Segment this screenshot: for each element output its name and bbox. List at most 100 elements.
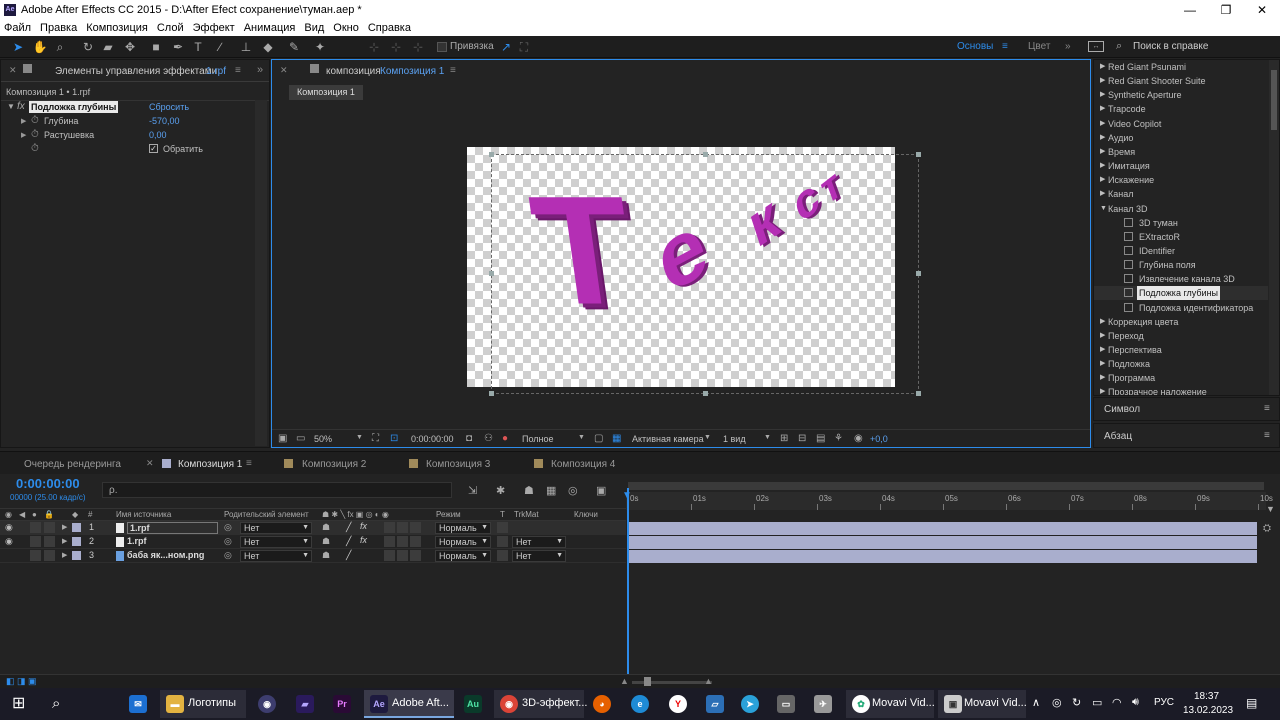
effect-category[interactable]: ▶ Коррекция цвета xyxy=(1094,315,1268,329)
effect-category[interactable]: ▶ Red Giant Shooter Suite xyxy=(1094,74,1268,88)
fit-icon[interactable]: ⛶ xyxy=(372,433,379,444)
language-indicator[interactable]: РУС xyxy=(1154,697,1174,708)
trkmat-header[interactable]: TrkMat xyxy=(514,510,539,519)
search-icon[interactable]: ⌕ xyxy=(52,695,60,713)
fx-switch-icon[interactable]: fx xyxy=(360,535,367,545)
transform-handle[interactable] xyxy=(703,391,708,396)
panel-menu-icon[interactable]: ≡ xyxy=(1264,430,1270,441)
clone-tool-icon[interactable]: ⊥ xyxy=(238,39,254,55)
lock-toggle[interactable] xyxy=(44,522,55,533)
chevron-right-icon[interactable]: ▶ xyxy=(1100,371,1105,385)
menu-file[interactable]: Файл xyxy=(4,22,31,34)
panel-overflow-icon[interactable]: » xyxy=(257,64,263,76)
notifications-icon[interactable]: ▤ xyxy=(1246,696,1257,710)
paragraph-panel-header[interactable]: Абзац ≡ xyxy=(1093,423,1280,448)
blend-mode-select[interactable]: Нормаль xyxy=(435,550,491,562)
pickwhip-icon[interactable]: ◎ xyxy=(224,522,232,533)
work-area-bar[interactable] xyxy=(628,482,1264,490)
effect-category[interactable]: ▶ Программа xyxy=(1094,371,1268,385)
trkmat-select[interactable]: Нет xyxy=(512,550,566,562)
close-icon[interactable]: ✕ xyxy=(1244,0,1280,20)
shy-switch-icon[interactable]: ☗ xyxy=(322,536,330,547)
motion-blur-switch[interactable] xyxy=(384,536,395,547)
comp-button-icon[interactable]: ⛭ xyxy=(1263,523,1271,534)
shy-layers-icon[interactable]: ☗ xyxy=(524,484,534,497)
help-search-input[interactable]: Поиск в справке xyxy=(1133,41,1208,52)
comp-timecode[interactable]: 0:00:00:00 xyxy=(411,434,454,444)
preserve-transparency-toggle[interactable] xyxy=(497,550,508,561)
solo-toggle[interactable] xyxy=(30,550,41,561)
3d-switch[interactable] xyxy=(410,522,421,533)
pickwhip-icon[interactable]: ◎ xyxy=(224,550,232,561)
type-tool-icon[interactable]: T xyxy=(190,39,206,55)
region-toggle-icon[interactable]: ▣ xyxy=(278,433,287,444)
zoom-in-icon[interactable]: ▲ xyxy=(704,676,713,686)
fx-switch-icon[interactable]: fx xyxy=(360,521,367,531)
tab-composition-2[interactable]: Композиция 2 xyxy=(302,459,366,470)
pickwhip-icon[interactable]: ◎ xyxy=(224,536,232,547)
toggle-switches-icon[interactable]: ◧ ◨ ▣ xyxy=(6,676,37,687)
mail-icon[interactable]: ✉ xyxy=(129,695,147,713)
axis-world-icon[interactable]: ⊹ xyxy=(388,39,404,55)
lock-toggle[interactable] xyxy=(44,536,55,547)
stopwatch-icon[interactable]: ⏱ xyxy=(31,129,39,140)
comp-mini-flowchart-icon[interactable]: ⇲ xyxy=(468,484,477,497)
tray-chevron-icon[interactable]: ∧ xyxy=(1032,696,1040,709)
panel-menu-icon[interactable]: ≡ xyxy=(1264,403,1270,414)
premiere-icon[interactable]: Pr xyxy=(333,695,351,713)
table-row[interactable]: ▶ 3 баба як...ном.png ◎ Нет ☗ ╱ Нормаль Нет xyxy=(0,549,626,563)
panel-menu-icon[interactable]: ≡ xyxy=(246,458,252,469)
layer-name[interactable]: баба як...ном.png xyxy=(127,550,204,560)
zoom-tool-icon[interactable]: ⌕ xyxy=(52,39,68,55)
transform-handle[interactable] xyxy=(916,271,921,276)
solo-toggle[interactable] xyxy=(30,536,41,547)
chevron-right-icon[interactable]: ▶ xyxy=(1100,60,1105,74)
adjustment-switch[interactable] xyxy=(397,522,408,533)
menu-edit[interactable]: Правка xyxy=(40,22,77,34)
effect-category[interactable]: ▶ Video Copilot xyxy=(1094,117,1268,131)
effect-item[interactable]: 3D туман xyxy=(1094,216,1268,230)
timeline-icon[interactable]: ▤ xyxy=(816,433,825,444)
prop-feather-value[interactable]: 0,00 xyxy=(149,130,167,140)
chevron-right-icon[interactable]: ▶ xyxy=(1100,315,1105,329)
tab-composition-4[interactable]: Композиция 4 xyxy=(551,459,615,470)
composition-tab[interactable]: ✕ композиция Композиция 1 ≡ xyxy=(272,60,1090,82)
lock-toggle[interactable] xyxy=(44,550,55,561)
chevron-right-icon[interactable]: ▶ xyxy=(1100,88,1105,102)
snap-options-icon[interactable]: ↗ xyxy=(498,39,514,55)
chevron-right-icon[interactable]: ▶ xyxy=(1100,343,1105,357)
snap-checkbox[interactable] xyxy=(437,42,447,52)
eraser-tool-icon[interactable]: ◆ xyxy=(260,39,276,55)
close-tab-icon[interactable]: ✕ xyxy=(146,458,154,469)
scrollbar-thumb[interactable] xyxy=(1271,70,1277,130)
effect-controls-tab[interactable]: ✕ Элементы управления эффектами 1.rpf ≡ … xyxy=(1,60,269,82)
effect-item[interactable]: Подложка идентификатора xyxy=(1094,301,1268,315)
shy-switch-icon[interactable]: ☗ xyxy=(322,550,330,561)
comp-sub-tab[interactable]: Композиция 1 xyxy=(289,85,363,100)
adjustment-switch[interactable] xyxy=(397,550,408,561)
graph-editor-icon[interactable]: ▣ xyxy=(596,484,606,497)
fast-previews-icon[interactable]: ⊟ xyxy=(798,433,806,444)
visibility-eye-icon[interactable]: ◉ xyxy=(5,522,13,533)
menu-view[interactable]: Вид xyxy=(304,22,324,34)
tab-composition-1[interactable]: Композиция 1 xyxy=(178,459,242,470)
chevron-down-icon[interactable]: ▼ xyxy=(356,434,363,441)
chevron-right-icon[interactable]: ▶ xyxy=(1100,187,1105,201)
prop-expand-icon[interactable]: ▶ xyxy=(21,131,26,139)
layer-bar[interactable] xyxy=(629,550,1257,563)
invert-checkbox[interactable]: ✓ xyxy=(149,144,158,153)
effect-category[interactable]: ▶ Подложка xyxy=(1094,357,1268,371)
draft-3d-icon[interactable]: ✱ xyxy=(496,484,505,497)
effect-expand-icon[interactable]: ▼ xyxy=(7,102,15,111)
flowchart-icon[interactable]: ⚘ xyxy=(834,433,843,444)
menu-effect[interactable]: Эффект xyxy=(193,22,235,34)
motion-blur-icon[interactable]: ◎ xyxy=(568,484,578,497)
effect-item[interactable]: IDentifier xyxy=(1094,244,1268,258)
chevron-right-icon[interactable]: ▶ xyxy=(1100,117,1105,131)
hand-tool-icon[interactable]: ✋ xyxy=(32,39,48,55)
axis-local-icon[interactable]: ⊹ xyxy=(366,39,382,55)
windows-start-icon[interactable]: ⊞ xyxy=(12,695,25,713)
sync-settings-icon[interactable]: ↔ xyxy=(1088,41,1104,52)
workspace-menu-icon[interactable]: ≡ xyxy=(1002,41,1008,52)
camera-select[interactable]: Активная камера xyxy=(632,434,704,444)
